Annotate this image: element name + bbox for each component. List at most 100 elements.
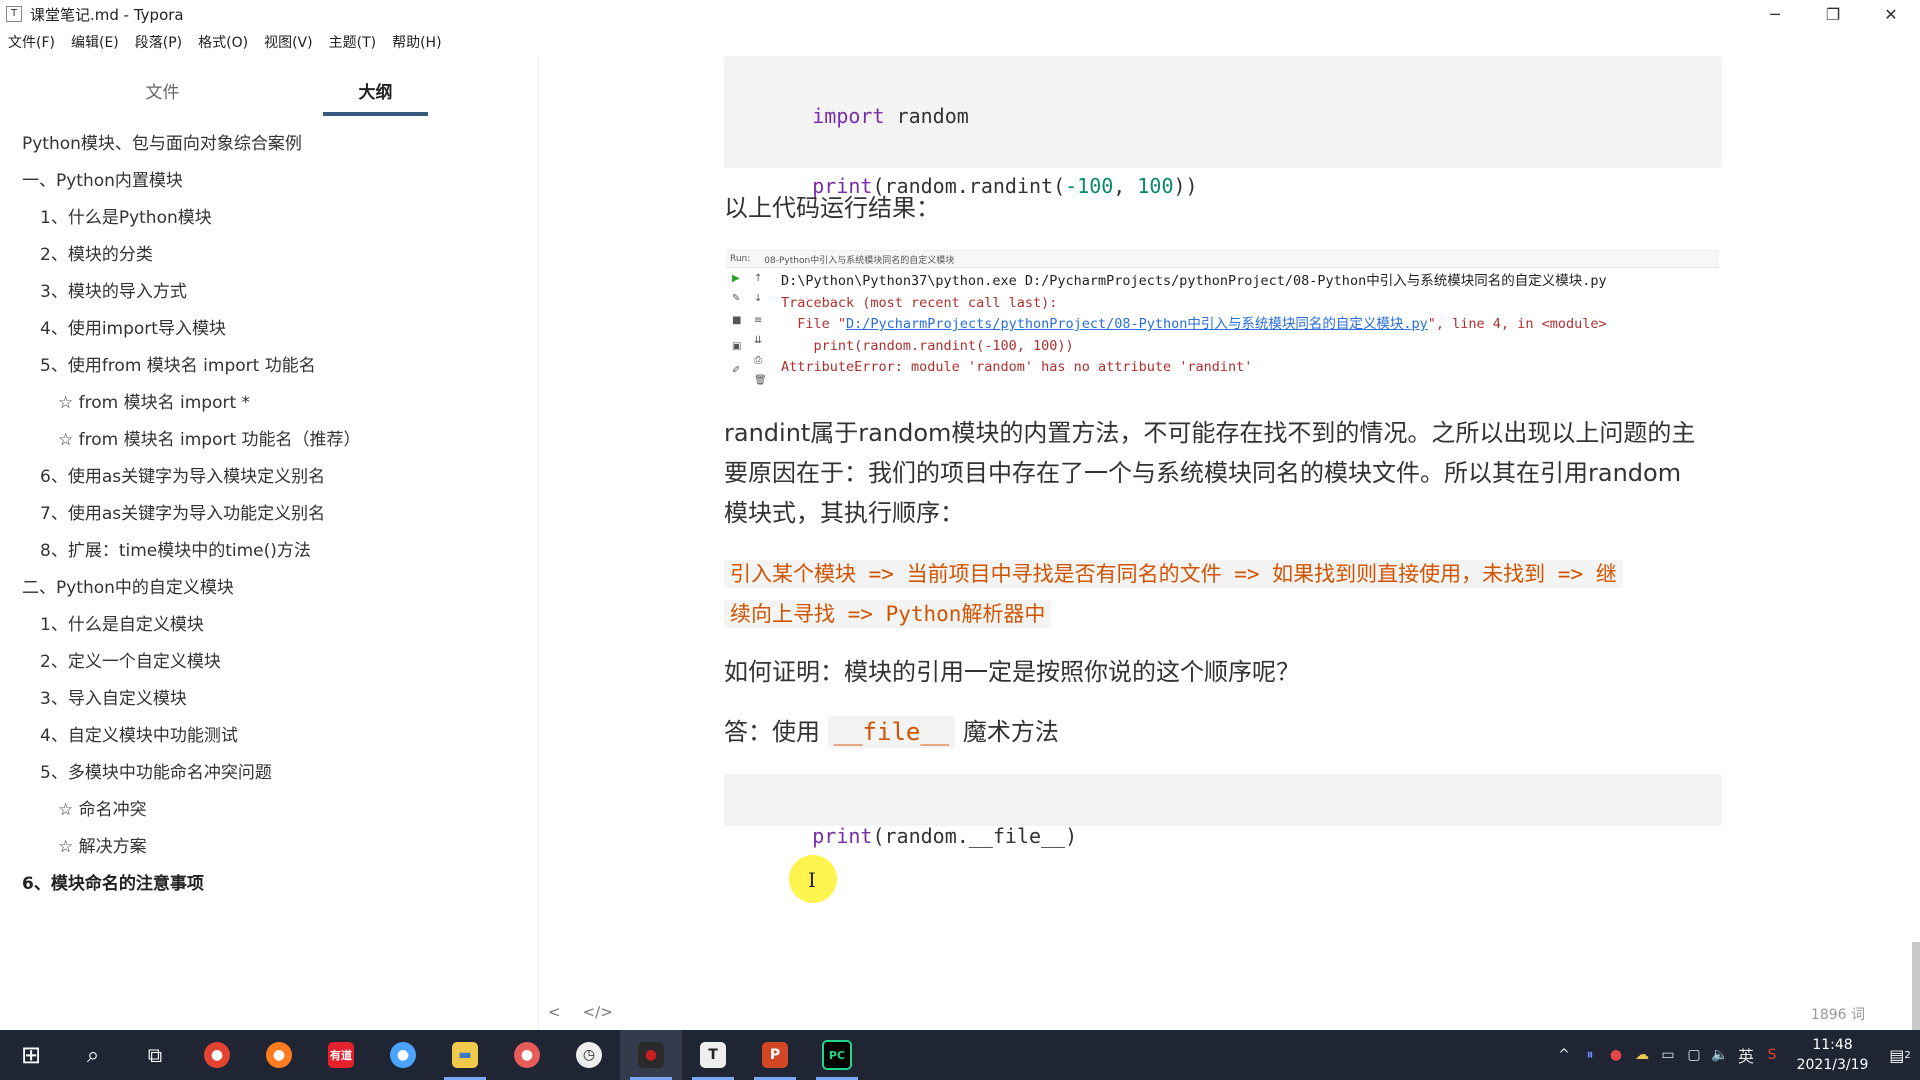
windows-icon: ⊞ (20, 1041, 42, 1069)
output-line: AttributeError: module 'random' has no a… (781, 359, 1253, 375)
taskbar-pycharm[interactable]: PC (806, 1030, 868, 1080)
ime-indicator[interactable]: 英 (1733, 1043, 1759, 1067)
taskbar-youdao[interactable]: 有道 (310, 1030, 372, 1080)
menu-format[interactable]: 格式(O) (190, 32, 256, 52)
menu-help[interactable]: 帮助(H) (384, 32, 449, 52)
code-text: (random.__file__) (872, 824, 1078, 848)
outline-item[interactable]: 2、模块的分类 (40, 240, 153, 265)
outline-item[interactable]: ☆ from 模块名 import * (58, 388, 250, 413)
window-title: 课堂笔记.md - Typora (30, 5, 184, 24)
outline-item[interactable]: 7、使用as关键字为导入功能定义别名 (40, 499, 325, 524)
outline-item[interactable]: ☆ 解决方案 (58, 832, 147, 857)
taskbar-explorer[interactable]: ▬ (434, 1030, 496, 1080)
output-line-suffix: ", line 4, in <module> (1427, 316, 1607, 332)
editor[interactable]: import random print(random.randint(-100,… (539, 56, 1920, 1030)
chrome-icon: ● (204, 1042, 230, 1068)
start-button[interactable]: ⊞ (0, 1030, 62, 1080)
volume-icon[interactable]: 🔈 (1707, 1047, 1733, 1063)
browser-icon: ● (390, 1042, 416, 1068)
clock-date: 2021/3/19 (1796, 1057, 1869, 1073)
output-line-prefix: File " (781, 316, 847, 332)
search-icon: ⌕ (86, 1042, 100, 1068)
outline-item[interactable]: 5、多模块中功能命名冲突问题 (40, 758, 272, 783)
taskbar-browser[interactable]: ● (372, 1030, 434, 1080)
search-button[interactable]: ⌕ (62, 1030, 124, 1080)
outline-item[interactable]: Python模块、包与面向对象综合案例 (22, 129, 302, 154)
typora-icon: T (700, 1042, 726, 1068)
task-view-icon: ⧉ (147, 1043, 163, 1067)
print-icon: ⎙ (754, 355, 762, 366)
run-tab-name: 08-Python中引入与系统模块同名的自定义模块 (764, 255, 955, 266)
outline-item[interactable]: 二、Python中的自定义模块 (22, 573, 234, 598)
outline-item[interactable]: 3、导入自定义模块 (40, 684, 187, 709)
code-text: , (1113, 174, 1138, 198)
tab-outline[interactable]: 大纲 (323, 68, 428, 116)
outline-item[interactable]: 4、使用import导入模块 (40, 314, 226, 339)
outline-item[interactable]: ☆ 命名冲突 (58, 795, 147, 820)
menu-view[interactable]: 视图(V) (256, 32, 321, 52)
tab-files[interactable]: 文件 (110, 68, 215, 112)
text-cursor-icon: I (808, 868, 816, 892)
minimize-button[interactable]: ─ (1746, 0, 1804, 28)
outline-item[interactable]: 5、使用from 模块名 import 功能名 (40, 351, 316, 376)
cloud-icon[interactable]: ☁ (1629, 1047, 1655, 1063)
outline-item[interactable]: 1、什么是Python模块 (40, 203, 212, 228)
menu-theme[interactable]: 主题(T) (321, 32, 384, 52)
outline-item[interactable]: 一、Python内置模块 (22, 166, 183, 191)
battery-icon[interactable]: ▭ (1655, 1047, 1681, 1063)
outline-item[interactable]: 1、什么是自定义模块 (40, 610, 204, 635)
close-button[interactable]: ✕ (1862, 0, 1920, 28)
outline-item[interactable]: ☆ from 模块名 import 功能名（推荐） (58, 425, 361, 450)
record-tray-icon[interactable]: ● (1603, 1047, 1629, 1063)
menu-paragraph[interactable]: 段落(P) (127, 32, 190, 52)
taskbar-powerpoint[interactable]: P (744, 1030, 806, 1080)
outline-item[interactable]: 8、扩展：time模块中的time()方法 (40, 536, 311, 561)
code-block-file[interactable]: print(random.__file__) (724, 774, 1722, 848)
taskbar-chrome[interactable]: ● (186, 1030, 248, 1080)
youdao-icon: 有道 (328, 1042, 354, 1068)
outline-item[interactable]: 2、定义一个自定义模块 (40, 647, 221, 672)
camera-icon: ▣ (732, 341, 742, 352)
code-block-randint[interactable]: import random print(random.randint(-100,… (724, 56, 1722, 198)
source-mode-button[interactable]: </> (583, 1003, 613, 1021)
import-order-code: 引入某个模块 => 当前项目中寻找是否有同名的文件 => 如果找到则直接使用，未… (724, 554, 1710, 634)
pycharm-icon: PC (822, 1040, 852, 1070)
status-controls: < </> (548, 1003, 613, 1021)
notification-count: 2 (1904, 1049, 1911, 1061)
pause-icon[interactable]: ⏸ (1577, 1047, 1603, 1063)
sogou-icon[interactable]: S (1759, 1047, 1785, 1063)
inline-code-file: __file__ (827, 716, 956, 748)
maximize-button[interactable]: ❐ (1804, 0, 1862, 28)
output-line: D:\Python\Python37\python.exe D:/Pycharm… (781, 273, 1607, 289)
editor-scrollbar[interactable] (1912, 942, 1920, 1030)
run-output-image: Run: 08-Python中引入与系统模块同名的自定义模块 ▶ ↑ ✎ ↓ ■… (726, 250, 1719, 393)
taskbar-recorder[interactable]: ● (620, 1030, 682, 1080)
outline-item[interactable]: 3、模块的导入方式 (40, 277, 187, 302)
folder-icon: ▬ (452, 1042, 478, 1068)
taskbar-clock-app[interactable]: ◷ (558, 1030, 620, 1080)
title-bar: T 课堂笔记.md - Typora ─ ❐ ✕ (0, 0, 1920, 28)
sidebar-toggle-button[interactable]: < (548, 1003, 561, 1021)
outline-item[interactable]: 4、自定义模块中功能测试 (40, 721, 238, 746)
arrow-down-icon: ↓ (754, 293, 763, 304)
notification-center-button[interactable]: ▤ 2 (1880, 1030, 1920, 1080)
code-number: 100 (1137, 174, 1174, 198)
menu-edit[interactable]: 编辑(E) (63, 32, 127, 52)
task-view-button[interactable]: ⧉ (124, 1030, 186, 1080)
answer-prefix: 答：使用 (724, 718, 828, 746)
screenshot-icon: ● (514, 1042, 540, 1068)
menu-file[interactable]: 文件(F) (0, 32, 63, 52)
paragraph-line: 要原因在于：我们的项目中存在了一个与系统模块同名的模块文件。所以其在引用rand… (724, 459, 1682, 487)
outline-item[interactable]: 6、使用as关键字为导入模块定义别名 (40, 462, 325, 487)
network-icon[interactable]: ▢ (1681, 1047, 1707, 1063)
chevron-up-icon[interactable]: ^ (1551, 1047, 1577, 1063)
taskbar-typora[interactable]: T (682, 1030, 744, 1080)
taskbar-firefox[interactable]: ● (248, 1030, 310, 1080)
traceback-file-link: D:/PycharmProjects/pythonProject/08-Pyth… (846, 316, 1428, 332)
arrow-up-icon: ↑ (754, 273, 763, 284)
outline-item-active[interactable]: 6、模块命名的注意事项 (22, 869, 204, 894)
taskbar-screenshot[interactable]: ● (496, 1030, 558, 1080)
taskbar-clock[interactable]: 11:48 2021/3/19 (1785, 1035, 1880, 1075)
record-icon: ● (638, 1042, 664, 1068)
word-count[interactable]: 1896 词 (1811, 1004, 1865, 1024)
